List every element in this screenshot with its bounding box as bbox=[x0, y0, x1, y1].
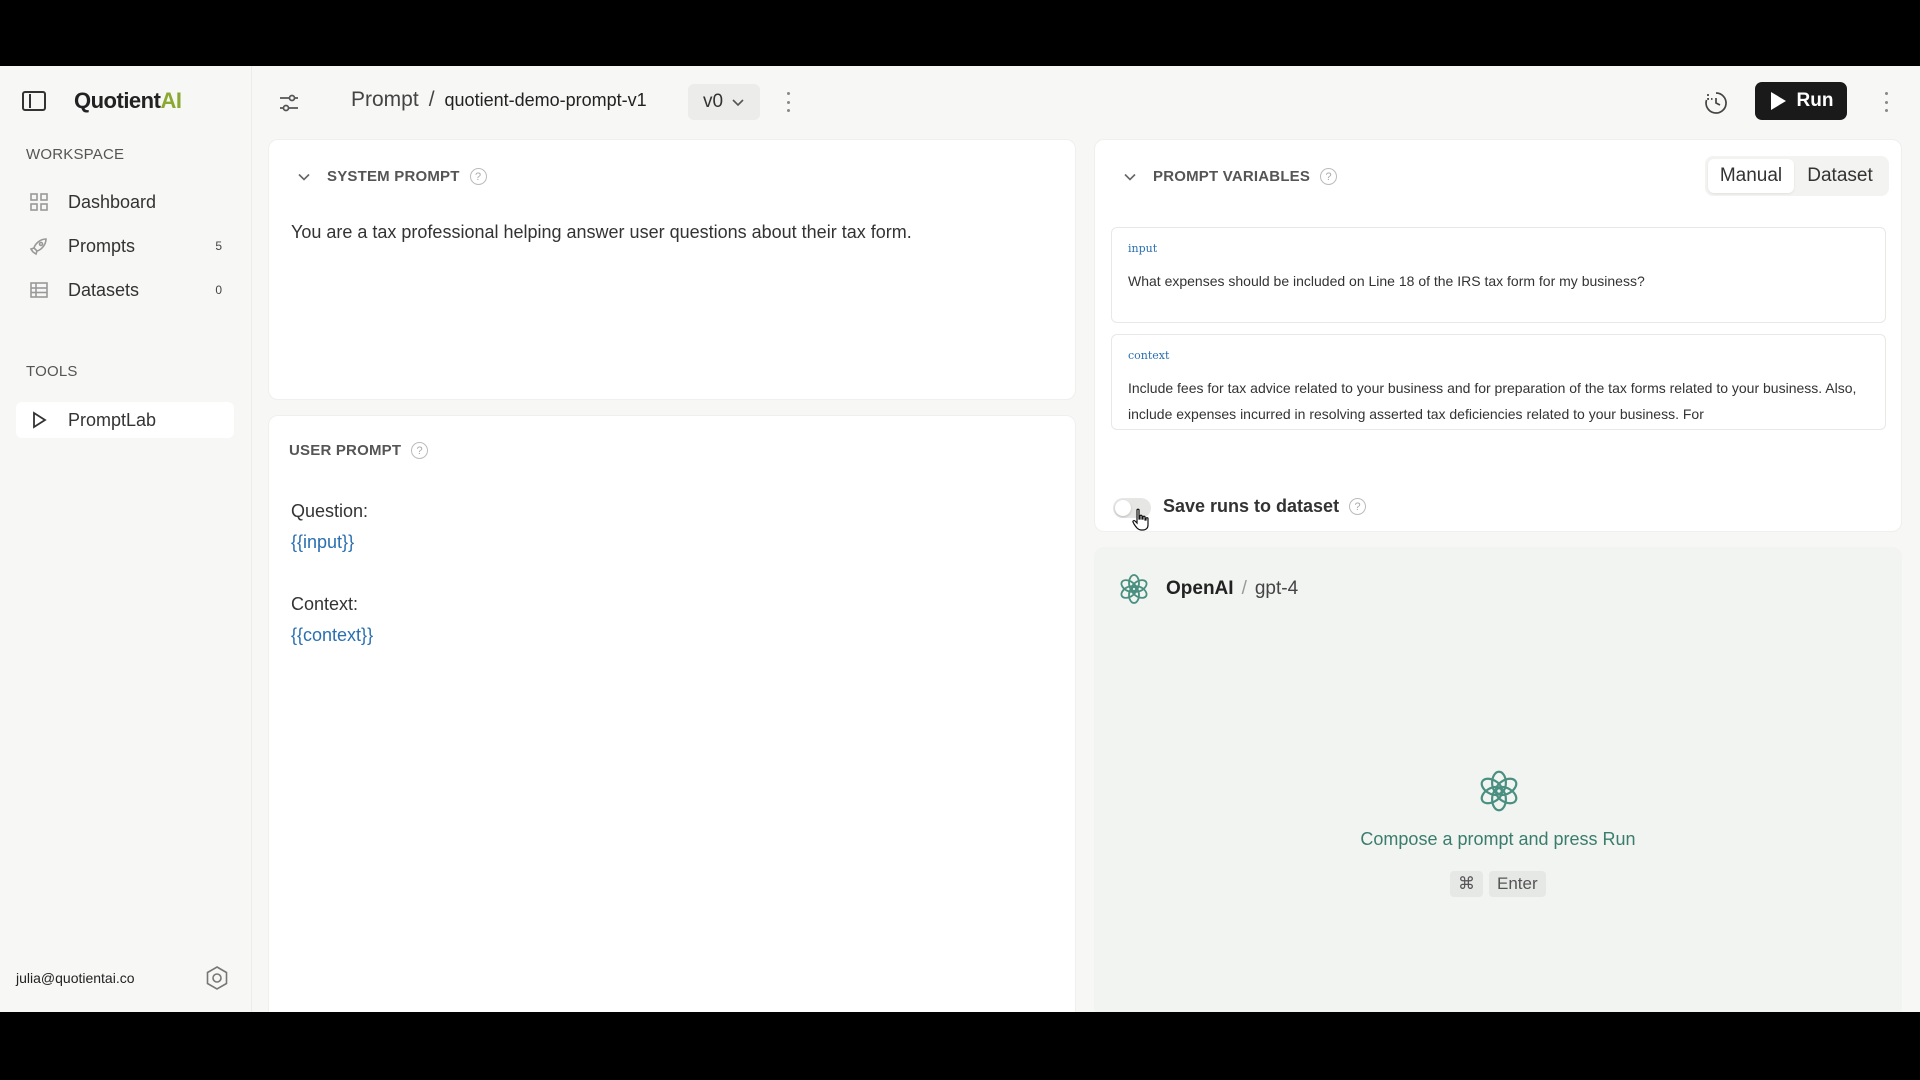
table-icon bbox=[28, 279, 50, 301]
input-variable-token: {{input}} bbox=[291, 532, 355, 552]
sidebar-item-prompts[interactable]: Prompts 5 bbox=[16, 228, 234, 264]
keyboard-shortcut-hint: ⌘ Enter bbox=[1450, 871, 1546, 897]
prompt-name: quotient-demo-prompt-v1 bbox=[444, 89, 647, 110]
brand-logo: QuotientAI bbox=[74, 88, 182, 113]
prompts-count-badge: 5 bbox=[215, 239, 222, 253]
user-prompt-card: USER PROMPT ? Question: {{input}} Contex… bbox=[268, 415, 1076, 1012]
sidebar-item-label: Dashboard bbox=[68, 191, 157, 212]
provider-separator: / bbox=[1241, 578, 1247, 599]
sidebar: QuotientAI WORKSPACE Dashboard Prompts 5… bbox=[0, 66, 252, 1012]
prompt-variables-title: PROMPT VARIABLES bbox=[1153, 168, 1311, 185]
enter-key: Enter bbox=[1489, 871, 1546, 897]
play-icon bbox=[1770, 92, 1786, 110]
sliders-icon[interactable] bbox=[277, 91, 301, 115]
sidebar-item-label: Prompts bbox=[68, 235, 136, 256]
user-email: julia@quotientai.co bbox=[16, 970, 135, 986]
version-select[interactable]: v0 bbox=[688, 84, 760, 120]
model-name: gpt-4 bbox=[1254, 578, 1299, 599]
sidebar-item-dashboard[interactable]: Dashboard bbox=[16, 184, 234, 220]
rocket-icon bbox=[28, 235, 50, 257]
openai-logo-icon bbox=[1477, 769, 1521, 813]
tools-section-label: TOOLS bbox=[26, 363, 78, 380]
breadcrumb: Prompt / quotient-demo-prompt-v1 bbox=[351, 88, 647, 112]
variable-name: context bbox=[1128, 349, 1170, 362]
sidebar-item-label: Datasets bbox=[68, 279, 140, 300]
output-panel: OpenAI / gpt-4 Compose a prompt and pres… bbox=[1094, 547, 1902, 1012]
provider-name: OpenAI bbox=[1166, 578, 1234, 599]
system-prompt-editor[interactable]: You are a tax professional helping answe… bbox=[291, 222, 912, 243]
breadcrumb-separator: / bbox=[428, 88, 435, 111]
run-button-label: Run bbox=[1796, 90, 1834, 111]
cmd-key: ⌘ bbox=[1450, 871, 1483, 897]
chevron-down-icon bbox=[732, 99, 744, 107]
history-icon[interactable] bbox=[1703, 90, 1729, 116]
help-icon[interactable]: ? bbox=[469, 168, 487, 185]
tab-dataset[interactable]: Dataset bbox=[1794, 159, 1886, 193]
user-prompt-line: Question: bbox=[291, 501, 369, 521]
settings-icon[interactable] bbox=[204, 965, 230, 991]
app-window: QuotientAI WORKSPACE Dashboard Prompts 5… bbox=[0, 66, 1920, 1012]
chevron-down-icon[interactable] bbox=[297, 170, 311, 184]
sidebar-toggle-icon[interactable] bbox=[22, 91, 46, 111]
variable-value[interactable]: Include fees for tax advice related to y… bbox=[1128, 375, 1869, 427]
run-button[interactable]: Run bbox=[1755, 82, 1847, 120]
tab-manual[interactable]: Manual bbox=[1708, 159, 1794, 193]
model-selector[interactable]: OpenAI / gpt-4 bbox=[1118, 573, 1298, 605]
workspace-section-label: WORKSPACE bbox=[26, 146, 125, 163]
variables-mode-toggle: Manual Dataset bbox=[1705, 156, 1889, 196]
grid-icon bbox=[28, 191, 50, 213]
help-icon[interactable]: ? bbox=[1320, 168, 1338, 185]
save-runs-label: Save runs to dataset bbox=[1163, 496, 1340, 516]
user-prompt-editor[interactable]: Question: {{input}} Context: {{context}} bbox=[291, 496, 373, 651]
system-prompt-title: SYSTEM PROMPT bbox=[327, 168, 460, 185]
variable-input-box[interactable]: input What expenses should be included o… bbox=[1111, 227, 1886, 323]
top-header: Prompt / quotient-demo-prompt-v1 v0 Run bbox=[253, 66, 1920, 140]
breadcrumb-root[interactable]: Prompt bbox=[351, 88, 419, 112]
user-prompt-line: Context: bbox=[291, 594, 359, 614]
datasets-count-badge: 0 bbox=[215, 283, 222, 297]
variable-value[interactable]: What expenses should be included on Line… bbox=[1128, 268, 1869, 294]
more-options-icon[interactable] bbox=[785, 92, 791, 112]
empty-state-text: Compose a prompt and press Run bbox=[1360, 829, 1636, 849]
help-icon[interactable]: ? bbox=[1349, 498, 1367, 515]
context-variable-token: {{context}} bbox=[291, 625, 374, 645]
play-icon bbox=[28, 409, 50, 431]
help-icon[interactable]: ? bbox=[411, 442, 429, 459]
user-prompt-title: USER PROMPT bbox=[289, 442, 402, 459]
sidebar-item-label: PromptLab bbox=[68, 409, 157, 430]
system-prompt-card: SYSTEM PROMPT ? You are a tax profession… bbox=[268, 139, 1076, 400]
openai-logo-icon bbox=[1120, 574, 1148, 604]
prompt-variables-card: PROMPT VARIABLES ? Manual Dataset input … bbox=[1094, 139, 1902, 532]
sidebar-item-promptlab[interactable]: PromptLab bbox=[16, 402, 234, 438]
variable-name: input bbox=[1128, 242, 1158, 255]
variable-context-box[interactable]: context Include fees for tax advice rela… bbox=[1111, 334, 1886, 430]
version-label: v0 bbox=[702, 91, 724, 112]
chevron-down-icon[interactable] bbox=[1123, 170, 1137, 184]
sidebar-item-datasets[interactable]: Datasets 0 bbox=[16, 272, 234, 308]
header-more-icon[interactable] bbox=[1883, 92, 1889, 112]
mouse-pointer-icon bbox=[1132, 508, 1149, 531]
